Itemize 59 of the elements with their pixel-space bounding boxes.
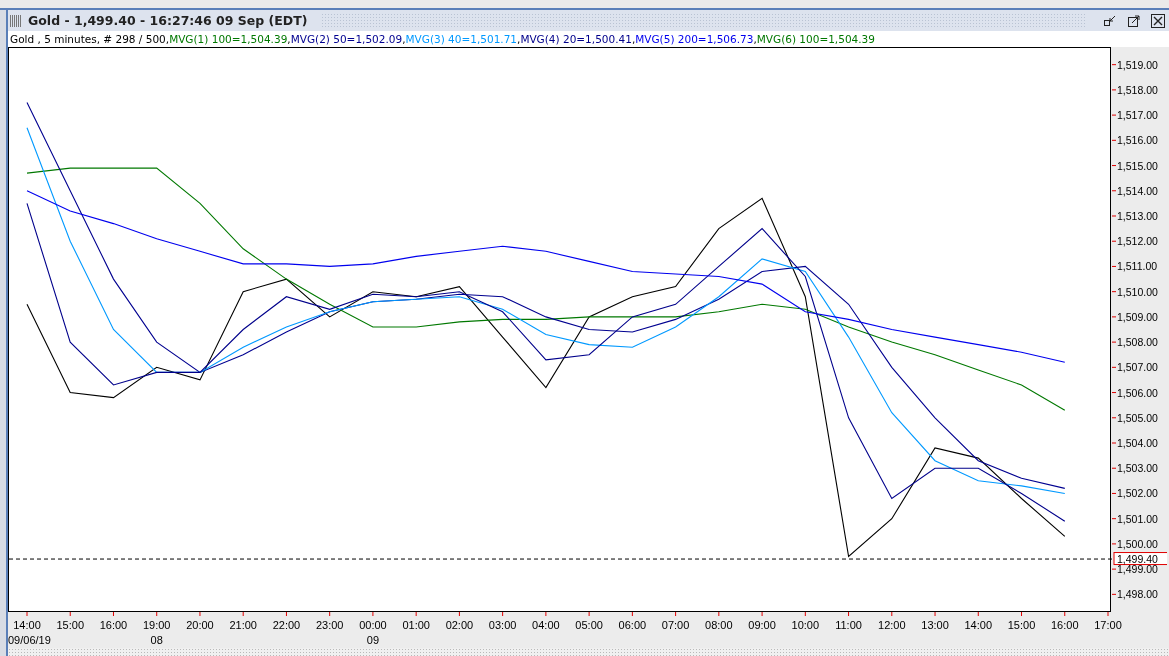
time-axis-label: 22:00 <box>272 619 301 631</box>
price-axis-label: 1,516.00 <box>1117 134 1158 147</box>
time-axis-label: 07:00 <box>661 619 690 631</box>
time-axis-label: 19:00 <box>142 619 171 631</box>
date-axis-label: 08 <box>150 634 163 646</box>
date-axis-label: 09 <box>366 634 380 646</box>
price-axis-label: 1,509.00 <box>1117 310 1158 323</box>
time-axis-label: 16:00 <box>1051 619 1079 631</box>
current-price-tag: 1,499.40 <box>1113 552 1167 566</box>
time-axis-label: 02:00 <box>445 619 474 631</box>
price-axis-label: 1,503.00 <box>1117 462 1158 475</box>
time-axis-label: 00:00 <box>359 619 387 631</box>
price-axis-label: 1,499.00 <box>1117 563 1158 576</box>
price-axis-label: 1,510.00 <box>1117 285 1158 298</box>
window-title: Gold - 1,499.40 - 16:27:46 09 Sep (EDT) <box>28 13 308 28</box>
price-axis-label: 1,507.00 <box>1117 361 1158 374</box>
price-axis-label: 1,506.00 <box>1117 386 1158 399</box>
time-axis-label: 20:00 <box>186 619 214 631</box>
chart-legend: Gold , 5 minutes, # 298 / 500,MVG(1) 100=1,504.39,MVG(2) 50=1,502.09,MVG(3) 40=1,501.71,MVG(4) 20=1,500.41,MVG(5) 200=1,506.73,MVG(6) 100=1,504.39 <box>8 31 1169 47</box>
price-axis-label: 1,514.00 <box>1117 184 1158 197</box>
time-axis-label: 04:00 <box>532 619 560 631</box>
time-axis-label: 06:00 <box>618 619 647 631</box>
price-axis-label: 1,500.00 <box>1117 537 1158 550</box>
grip-icon <box>10 14 22 27</box>
price-axis-label: 1,501.00 <box>1117 512 1158 525</box>
price-axis-label: 1,519.00 <box>1117 58 1158 71</box>
price-axis-label: 1,515.00 <box>1117 159 1158 172</box>
time-axis-label: 15:00 <box>1007 619 1036 631</box>
time-axis-label: 12:00 <box>878 619 906 631</box>
time-axis-label: 17:00 <box>1094 619 1122 631</box>
date-axis-label: 09/06/19 <box>8 634 51 646</box>
time-axis-label: 21:00 <box>229 619 257 631</box>
price-axis-label: 1,505.00 <box>1117 411 1158 424</box>
time-axis-label: 14:00 <box>13 619 41 631</box>
ref-line-label: 1,499.40 <box>1117 552 1159 565</box>
price-axis-label: 1,498.00 <box>1117 588 1158 601</box>
price-axis-label: 1,502.00 <box>1117 487 1158 500</box>
time-axis-label: 16:00 <box>99 619 128 631</box>
time-axis-label: 01:00 <box>402 619 430 631</box>
time-axis-label: 09:00 <box>748 619 776 631</box>
time-axis-label: 03:00 <box>488 619 517 631</box>
time-axis-label: 05:00 <box>575 619 603 631</box>
maximize-icon[interactable] <box>1127 13 1141 28</box>
time-axis-label: 14:00 <box>964 619 993 631</box>
price-axis-label: 1,513.00 <box>1117 210 1158 222</box>
close-icon[interactable] <box>1151 13 1165 28</box>
time-axis-label: 15:00 <box>56 619 84 631</box>
price-axis-label: 1,512.00 <box>1117 235 1158 248</box>
price-axis-label: 1,511.00 <box>1117 260 1158 273</box>
price-axis-label: 1,518.00 <box>1117 83 1158 96</box>
time-axis-label: 23:00 <box>315 619 344 631</box>
minimize-icon[interactable] <box>1103 13 1117 28</box>
time-axis-label: 10:00 <box>791 619 820 631</box>
price-axis-label: 1,517.00 <box>1117 109 1158 122</box>
time-axis-label: 11:00 <box>835 619 862 631</box>
time-axis-label: 08:00 <box>705 619 733 631</box>
price-axis-label: 1,508.00 <box>1117 336 1158 349</box>
price-axis-label: 1,504.00 <box>1117 437 1158 449</box>
time-axis-label: 13:00 <box>921 619 949 631</box>
